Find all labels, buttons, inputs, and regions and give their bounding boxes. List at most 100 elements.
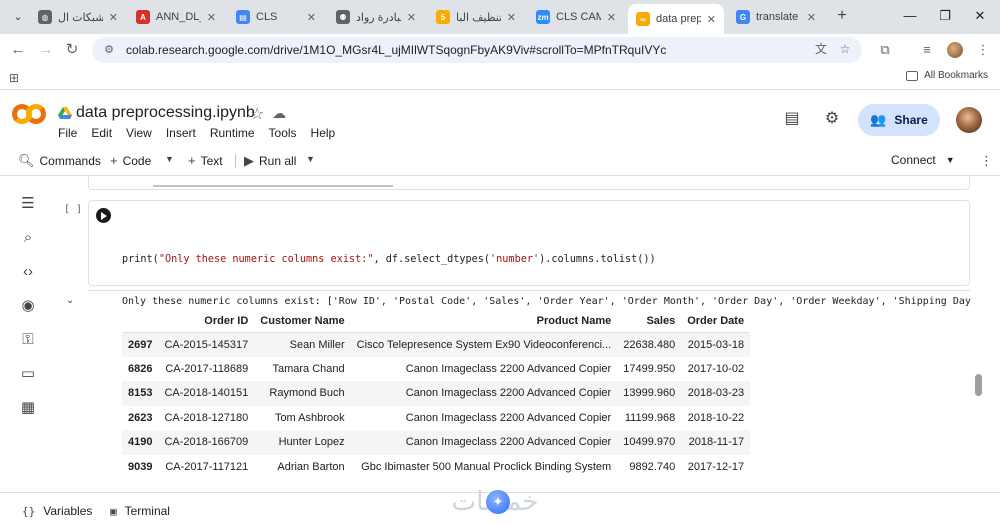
cloud-saved-icon[interactable]: ☁ [272,105,286,122]
browser-tab[interactable]: 5 تنظيف البا ✕ [428,4,524,30]
tab-close-icon[interactable]: ✕ [607,11,616,24]
star-icon[interactable]: ☆ [250,104,264,124]
minimize-icon[interactable]: — [895,6,925,26]
zoom-icon: zm [536,10,550,24]
tab-close-icon[interactable]: ✕ [109,11,118,24]
run-all-dropdown-icon[interactable]: ▼ [306,154,315,164]
site-info-icon[interactable]: ⚙ [102,43,116,57]
tab-label: translate [756,11,799,23]
table-cell: 13999.960 [623,387,676,400]
menu-item-help[interactable]: Help [311,126,336,140]
all-bookmarks-button[interactable]: All Bookmarks [906,70,988,81]
extensions-icon[interactable]: ⧉ [876,41,894,59]
tab-search-chevron-icon[interactable]: ⌄ [8,8,28,26]
browser-tab[interactable]: A ANN_DL_A ✕ [128,4,224,30]
new-tab-plus-icon[interactable]: + [832,6,852,26]
menu-item-runtime[interactable]: Runtime [210,126,255,140]
menu-item-view[interactable]: View [126,126,152,140]
restore-icon[interactable]: ❐ [930,6,960,26]
drive-icon [58,107,72,119]
table-row: 9039 CA-2017-117121 Adrian Barton Gbc Ibima… [122,455,750,480]
comments-icon[interactable]: ▤ [782,109,802,129]
table-row: 2623 CA-2018-127180 Tom Ashbrook Canon Imag… [122,406,750,431]
browser-menu-icon[interactable]: ⋮ [974,41,992,59]
address-bar[interactable]: ⚙ colab.research.google.com/drive/1M1O_M… [92,37,862,63]
secrets-key-icon[interactable]: ⚿ [18,330,38,350]
tab-close-icon[interactable]: ✕ [207,11,216,24]
google-icon: G [736,10,750,24]
code-dropdown-icon[interactable]: ▼ [165,154,174,164]
translate-icon[interactable]: 文 [812,40,830,58]
forward-arrow-icon[interactable]: → [36,40,56,60]
table-cell: 2017-10-02 [687,362,745,375]
column-header: Order ID [158,310,255,333]
browser-tab[interactable]: Gtranslate ✕ [728,4,824,30]
settings-gear-icon[interactable]: ⚙ [822,109,842,129]
table-cell: Canon Imageclass 2200 Advanced Copier [405,362,612,375]
colab-header: data preprocessing.ipynb ☆ ☁ File Edit Vie… [0,90,1000,146]
table-cell: 2018-03-23 [687,387,745,400]
people-icon: ⚉ [336,10,350,24]
add-text-button[interactable]: + Text [188,153,223,168]
connect-button[interactable]: Connect ▼ [891,153,955,167]
menu-item-edit[interactable]: Edit [91,126,112,140]
tab-close-icon[interactable]: ✕ [807,11,816,24]
people-icon: 👥 [870,112,887,127]
toolbar-more-icon[interactable]: ⋮ [980,153,993,169]
apps-grid-icon[interactable]: ⊞ [9,71,23,85]
menu-item-file[interactable]: File [58,126,77,140]
browser-tab[interactable]: ◍ الشبكات ال ✕ [30,4,126,30]
table-of-contents-icon[interactable]: ☰ [18,194,38,214]
bookmark-star-icon[interactable]: ☆ [836,40,854,58]
terminal-button[interactable]: ▣ Terminal [110,504,170,518]
tab-close-icon[interactable]: ✕ [307,11,316,24]
tab-label: تنظيف البا [456,11,501,24]
browser-profile-avatar[interactable] [947,42,963,58]
reload-icon[interactable]: ↻ [62,40,82,60]
avatar[interactable] [956,107,982,133]
menu-bar: File Edit View Insert Runtime Tools Help [58,126,349,140]
tab-close-icon[interactable]: ✕ [407,11,416,24]
tab-label: CLS CAM [556,11,601,23]
browser-tab[interactable]: ▤ CLS ✕ [228,4,324,30]
tab-label: CLS [256,11,278,23]
previous-cell[interactable] [88,176,970,190]
data-table-icon[interactable]: ▦ [18,398,38,418]
run-all-label: Run all [259,154,297,168]
scrollbar-thumb[interactable] [975,374,982,396]
menu-item-tools[interactable]: Tools [269,126,297,140]
table-cell: Raymond Buch [269,387,345,400]
add-code-button[interactable]: + Code [110,153,151,168]
table-cell: CA-2015-145317 [164,338,249,351]
menu-item-insert[interactable]: Insert [166,126,196,140]
back-arrow-icon[interactable]: ← [8,40,28,60]
notebook-area: [ ] print("Only these numeric columns ex… [56,176,1000,492]
row-index: 8153 [128,387,153,400]
media-control-icon[interactable]: ≡ [918,41,936,59]
tab-close-icon[interactable]: ✕ [507,11,516,24]
files-folder-icon[interactable]: ▭ [18,364,38,384]
share-button[interactable]: 👥 Share [858,104,940,136]
browser-tab[interactable]: ⚉ مبادرة رواد ✕ [328,4,424,30]
variables-label: Variables [43,504,93,518]
terminal-icon: ▣ [110,504,117,518]
connect-dropdown-icon: ▼ [945,155,955,165]
close-window-icon[interactable]: ✕ [965,6,995,26]
run-all-button[interactable]: ▶ Run all [244,153,296,169]
colab-logo[interactable] [12,104,48,126]
tab-close-icon[interactable]: ✕ [707,13,716,26]
browser-toolbar: ← → ↻ ⚙ colab.research.google.com/drive/… [0,34,1000,66]
find-replace-icon[interactable]: ⌕ [18,228,38,248]
output-collapse-chevron-icon[interactable]: ⌄ [66,295,74,306]
run-cell-button[interactable] [96,208,111,223]
pdf-icon: A [136,10,150,24]
browser-tab[interactable]: zm CLS CAM ✕ [528,4,624,30]
browser-tab[interactable]: ∞ data prepr ✕ [628,4,724,34]
table-cell: Tom Ashbrook [274,411,345,424]
commands-button[interactable]: 🔍︎ Commands [18,153,101,169]
notebook-title[interactable]: data preprocessing.ipynb [76,104,255,122]
variables-button[interactable]: {} Variables [22,504,92,518]
all-bookmarks-label: All Bookmarks [924,70,988,81]
code-snippets-icon[interactable]: ‹› [18,262,38,282]
variable-inspector-icon[interactable]: ◉ [18,296,38,316]
